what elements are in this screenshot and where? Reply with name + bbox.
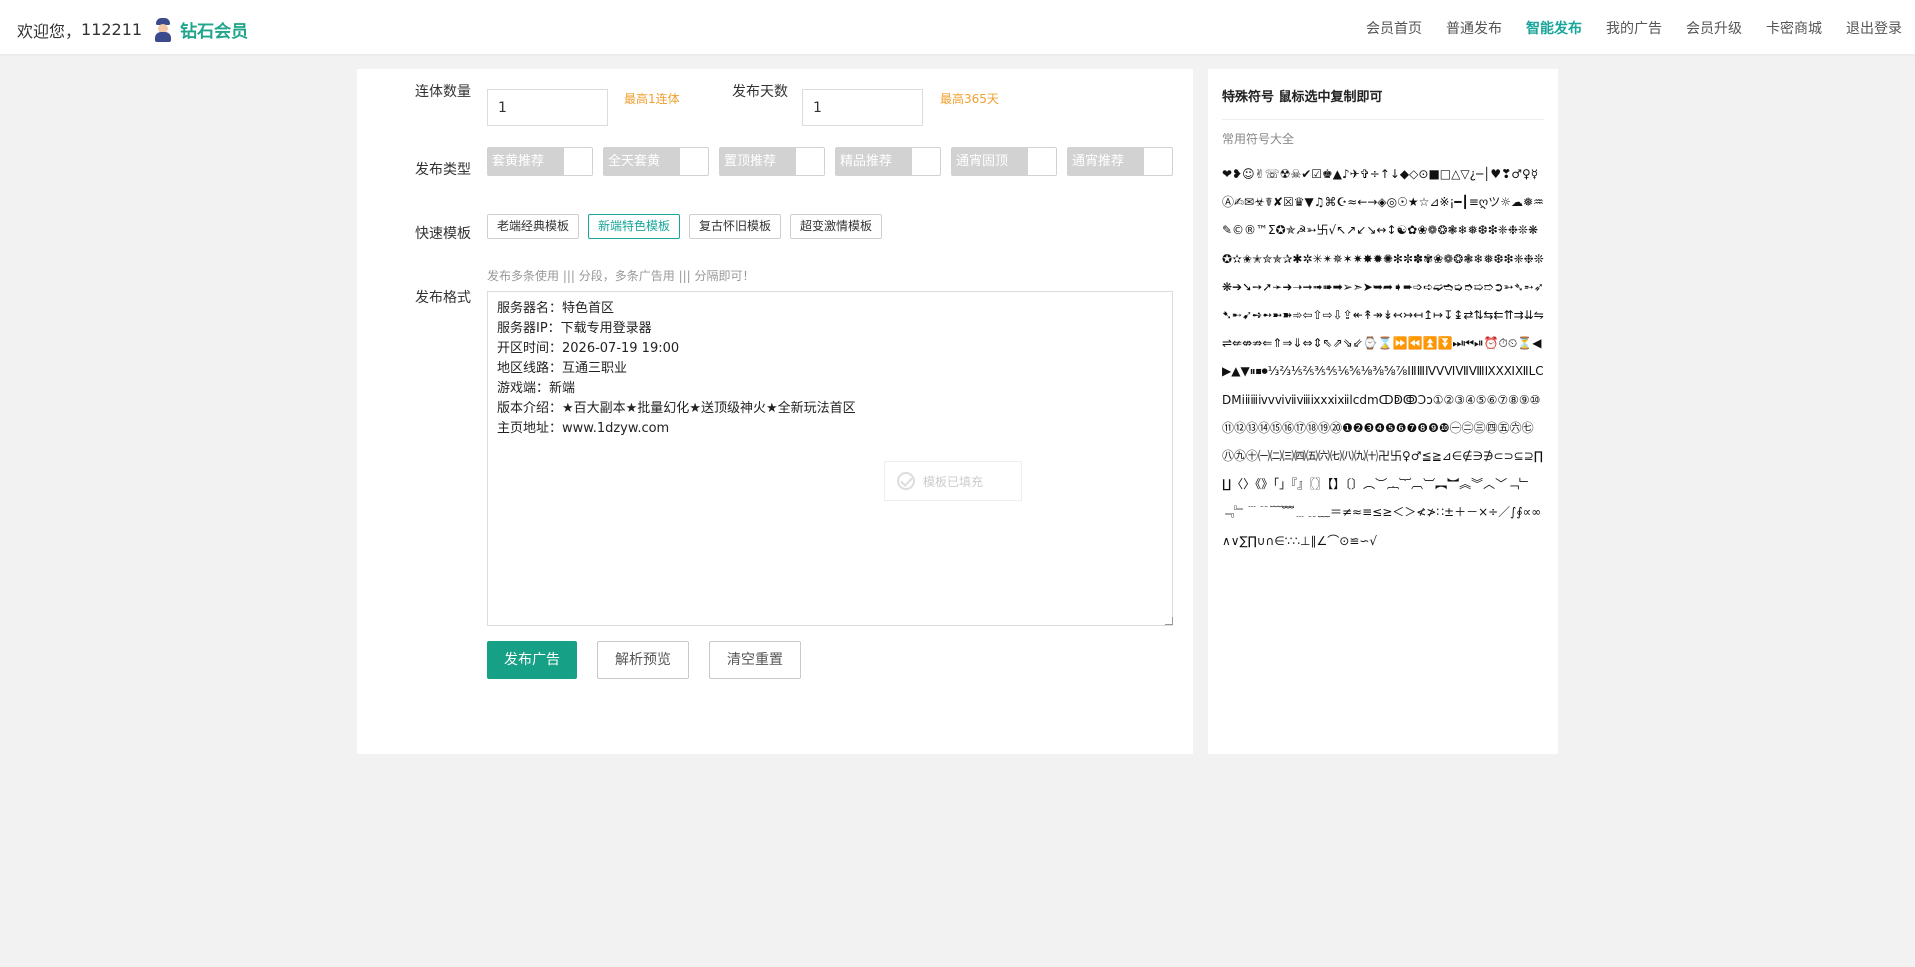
avatar-icon xyxy=(152,17,174,42)
conjoined-label: 连体数量 xyxy=(415,84,471,100)
type-option[interactable]: 全天套黄 xyxy=(603,147,709,176)
type-option-switch[interactable] xyxy=(1144,147,1173,176)
template-label: 快速模板 xyxy=(415,226,471,242)
type-option[interactable]: 通宵推荐 xyxy=(1067,147,1173,176)
preview-button[interactable]: 解析预览 xyxy=(597,641,689,679)
welcome-area: 欢迎您， 112211 钻石会员 xyxy=(17,17,248,42)
top-header: 欢迎您， 112211 钻石会员 会员首页 普通发布 智能发布 我的广告 会员升… xyxy=(0,0,1915,54)
type-option-label: 全天套黄 xyxy=(603,147,680,176)
nav-item-home[interactable]: 会员首页 xyxy=(1366,18,1422,38)
nav-item-logout[interactable]: 退出登录 xyxy=(1846,18,1902,38)
symbols-subtitle: 常用符号大全 xyxy=(1222,132,1295,146)
symbols-panel: 特殊符号 鼠标选中复制即可 常用符号大全 ❤❥☺✌☏☢☠✔☑♚▲♪✈✞÷↑↓◆◇… xyxy=(1208,69,1558,754)
symbols-list[interactable]: ❤❥☺✌☏☢☠✔☑♚▲♪✈✞÷↑↓◆◇⊙■□△▽¿─│♥❣♂♀☿Ⓐ✍✉☣☤✘☒♛… xyxy=(1222,160,1544,720)
type-option[interactable]: 精品推荐 xyxy=(835,147,941,176)
resize-handle-icon[interactable] xyxy=(1165,617,1173,625)
type-option[interactable]: 套黄推荐 xyxy=(487,147,593,176)
days-hint: 最高365天 xyxy=(940,92,999,106)
type-option[interactable]: 通宵固顶 xyxy=(951,147,1057,176)
reset-button[interactable]: 清空重置 xyxy=(709,641,801,679)
publish-form-panel: 连体数量 最高1连体 发布天数 最高365天 发布类型 套黄推荐 全天套黄 置顶… xyxy=(357,69,1193,754)
template-button-classic[interactable]: 老端经典模板 xyxy=(487,214,580,239)
type-option[interactable]: 置顶推荐 xyxy=(719,147,825,176)
ad-content-textarea[interactable]: 服务器名：特色首区 服务器IP：下载专用登录器 开区时间：2026-07-19 … xyxy=(487,291,1173,626)
type-option-label: 通宵固顶 xyxy=(951,147,1028,176)
type-label: 发布类型 xyxy=(415,162,471,178)
type-option-switch[interactable] xyxy=(680,147,709,176)
conjoined-count-input[interactable] xyxy=(487,89,608,126)
check-circle-icon xyxy=(897,472,915,490)
username: 112211 xyxy=(81,20,143,39)
type-option-label: 精品推荐 xyxy=(835,147,912,176)
type-option-switch[interactable] xyxy=(1028,147,1057,176)
type-option-label: 通宵推荐 xyxy=(1067,147,1144,176)
conjoined-hint: 最高1连体 xyxy=(624,92,680,106)
divider xyxy=(1222,119,1544,120)
publish-button[interactable]: 发布广告 xyxy=(487,641,577,679)
template-button-retro[interactable]: 复古怀旧模板 xyxy=(689,214,782,239)
nav-item-card-shop[interactable]: 卡密商城 xyxy=(1766,18,1822,38)
template-buttons: 老端经典模板 新端特色模板 复古怀旧模板 超变激情模板 xyxy=(487,214,891,239)
type-option-label: 套黄推荐 xyxy=(487,147,564,176)
nav-item-my-ads[interactable]: 我的广告 xyxy=(1606,18,1662,38)
nav-item-normal-publish[interactable]: 普通发布 xyxy=(1446,18,1502,38)
template-filled-toast: 模板已填充 xyxy=(884,461,1022,501)
nav-item-upgrade[interactable]: 会员升级 xyxy=(1686,18,1742,38)
action-buttons: 发布广告 解析预览 清空重置 xyxy=(487,641,821,679)
type-options: 套黄推荐 全天套黄 置顶推荐 精品推荐 通宵固顶 通宵推荐 xyxy=(487,147,1183,176)
days-label: 发布天数 xyxy=(732,84,788,100)
publish-days-input[interactable] xyxy=(802,89,923,126)
welcome-prefix: 欢迎您， xyxy=(17,21,82,41)
format-label: 发布格式 xyxy=(415,290,471,306)
nav-item-smart-publish[interactable]: 智能发布 xyxy=(1526,18,1582,38)
toast-text: 模板已填充 xyxy=(923,474,984,489)
top-nav: 会员首页 普通发布 智能发布 我的广告 会员升级 卡密商城 退出登录 xyxy=(1342,18,1902,38)
template-button-extreme[interactable]: 超变激情模板 xyxy=(790,214,883,239)
template-button-new[interactable]: 新端特色模板 xyxy=(588,214,681,239)
type-option-switch[interactable] xyxy=(564,147,593,176)
type-option-switch[interactable] xyxy=(912,147,941,176)
format-hint: 发布多条使用 ||| 分段，多条广告用 ||| 分隔即可！ xyxy=(487,269,755,283)
member-level-badge: 钻石会员 xyxy=(180,22,249,42)
type-option-label: 置顶推荐 xyxy=(719,147,796,176)
symbols-title: 特殊符号 鼠标选中复制即可 xyxy=(1222,90,1383,105)
type-option-switch[interactable] xyxy=(796,147,825,176)
